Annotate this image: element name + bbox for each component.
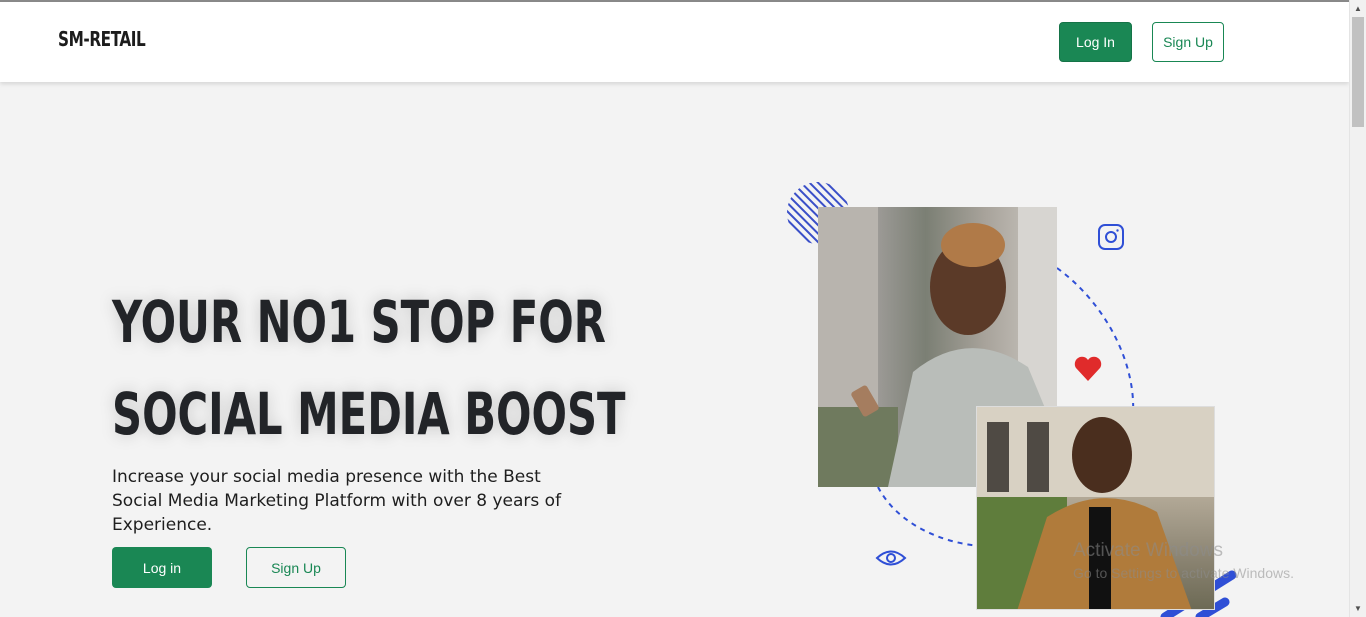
eye-icon xyxy=(875,550,907,566)
instagram-icon xyxy=(1098,224,1124,250)
navbar: SM-RETAIL Log In Sign Up xyxy=(0,2,1349,82)
scroll-up-arrow-icon[interactable]: ▲ xyxy=(1350,0,1366,17)
nav-signup-button[interactable]: Sign Up xyxy=(1152,22,1224,62)
landing-page: SM-RETAIL Log In Sign Up YOUR NO1 STOP F… xyxy=(0,0,1349,617)
hero-signup-button[interactable]: Sign Up xyxy=(246,547,346,588)
hero-title: YOUR NO1 STOP FOR SOCIAL MEDIA BOOST xyxy=(112,276,626,460)
hero-title-line-1: YOUR NO1 STOP FOR xyxy=(112,288,606,356)
heart-icon xyxy=(1074,356,1102,381)
watermark-title: Activate Windows xyxy=(1073,540,1223,561)
brand-logo[interactable]: SM-RETAIL xyxy=(58,27,146,51)
scroll-down-arrow-icon[interactable]: ▼ xyxy=(1350,600,1366,617)
vertical-scrollbar[interactable]: ▲ ▼ xyxy=(1349,0,1366,617)
nav-login-button[interactable]: Log In xyxy=(1059,22,1132,62)
scrollbar-thumb[interactable] xyxy=(1352,17,1364,127)
hero-title-line-2: SOCIAL MEDIA BOOST xyxy=(112,380,626,448)
dashed-arc-lower xyxy=(877,486,981,547)
windows-activation-watermark: Activate Windows Go to Settings to activ… xyxy=(1073,540,1294,581)
watermark-subtitle: Go to Settings to activate Windows. xyxy=(1073,565,1294,581)
hero-subtitle: Increase your social media presence with… xyxy=(112,467,562,535)
hero-login-button[interactable]: Log in xyxy=(112,547,212,588)
